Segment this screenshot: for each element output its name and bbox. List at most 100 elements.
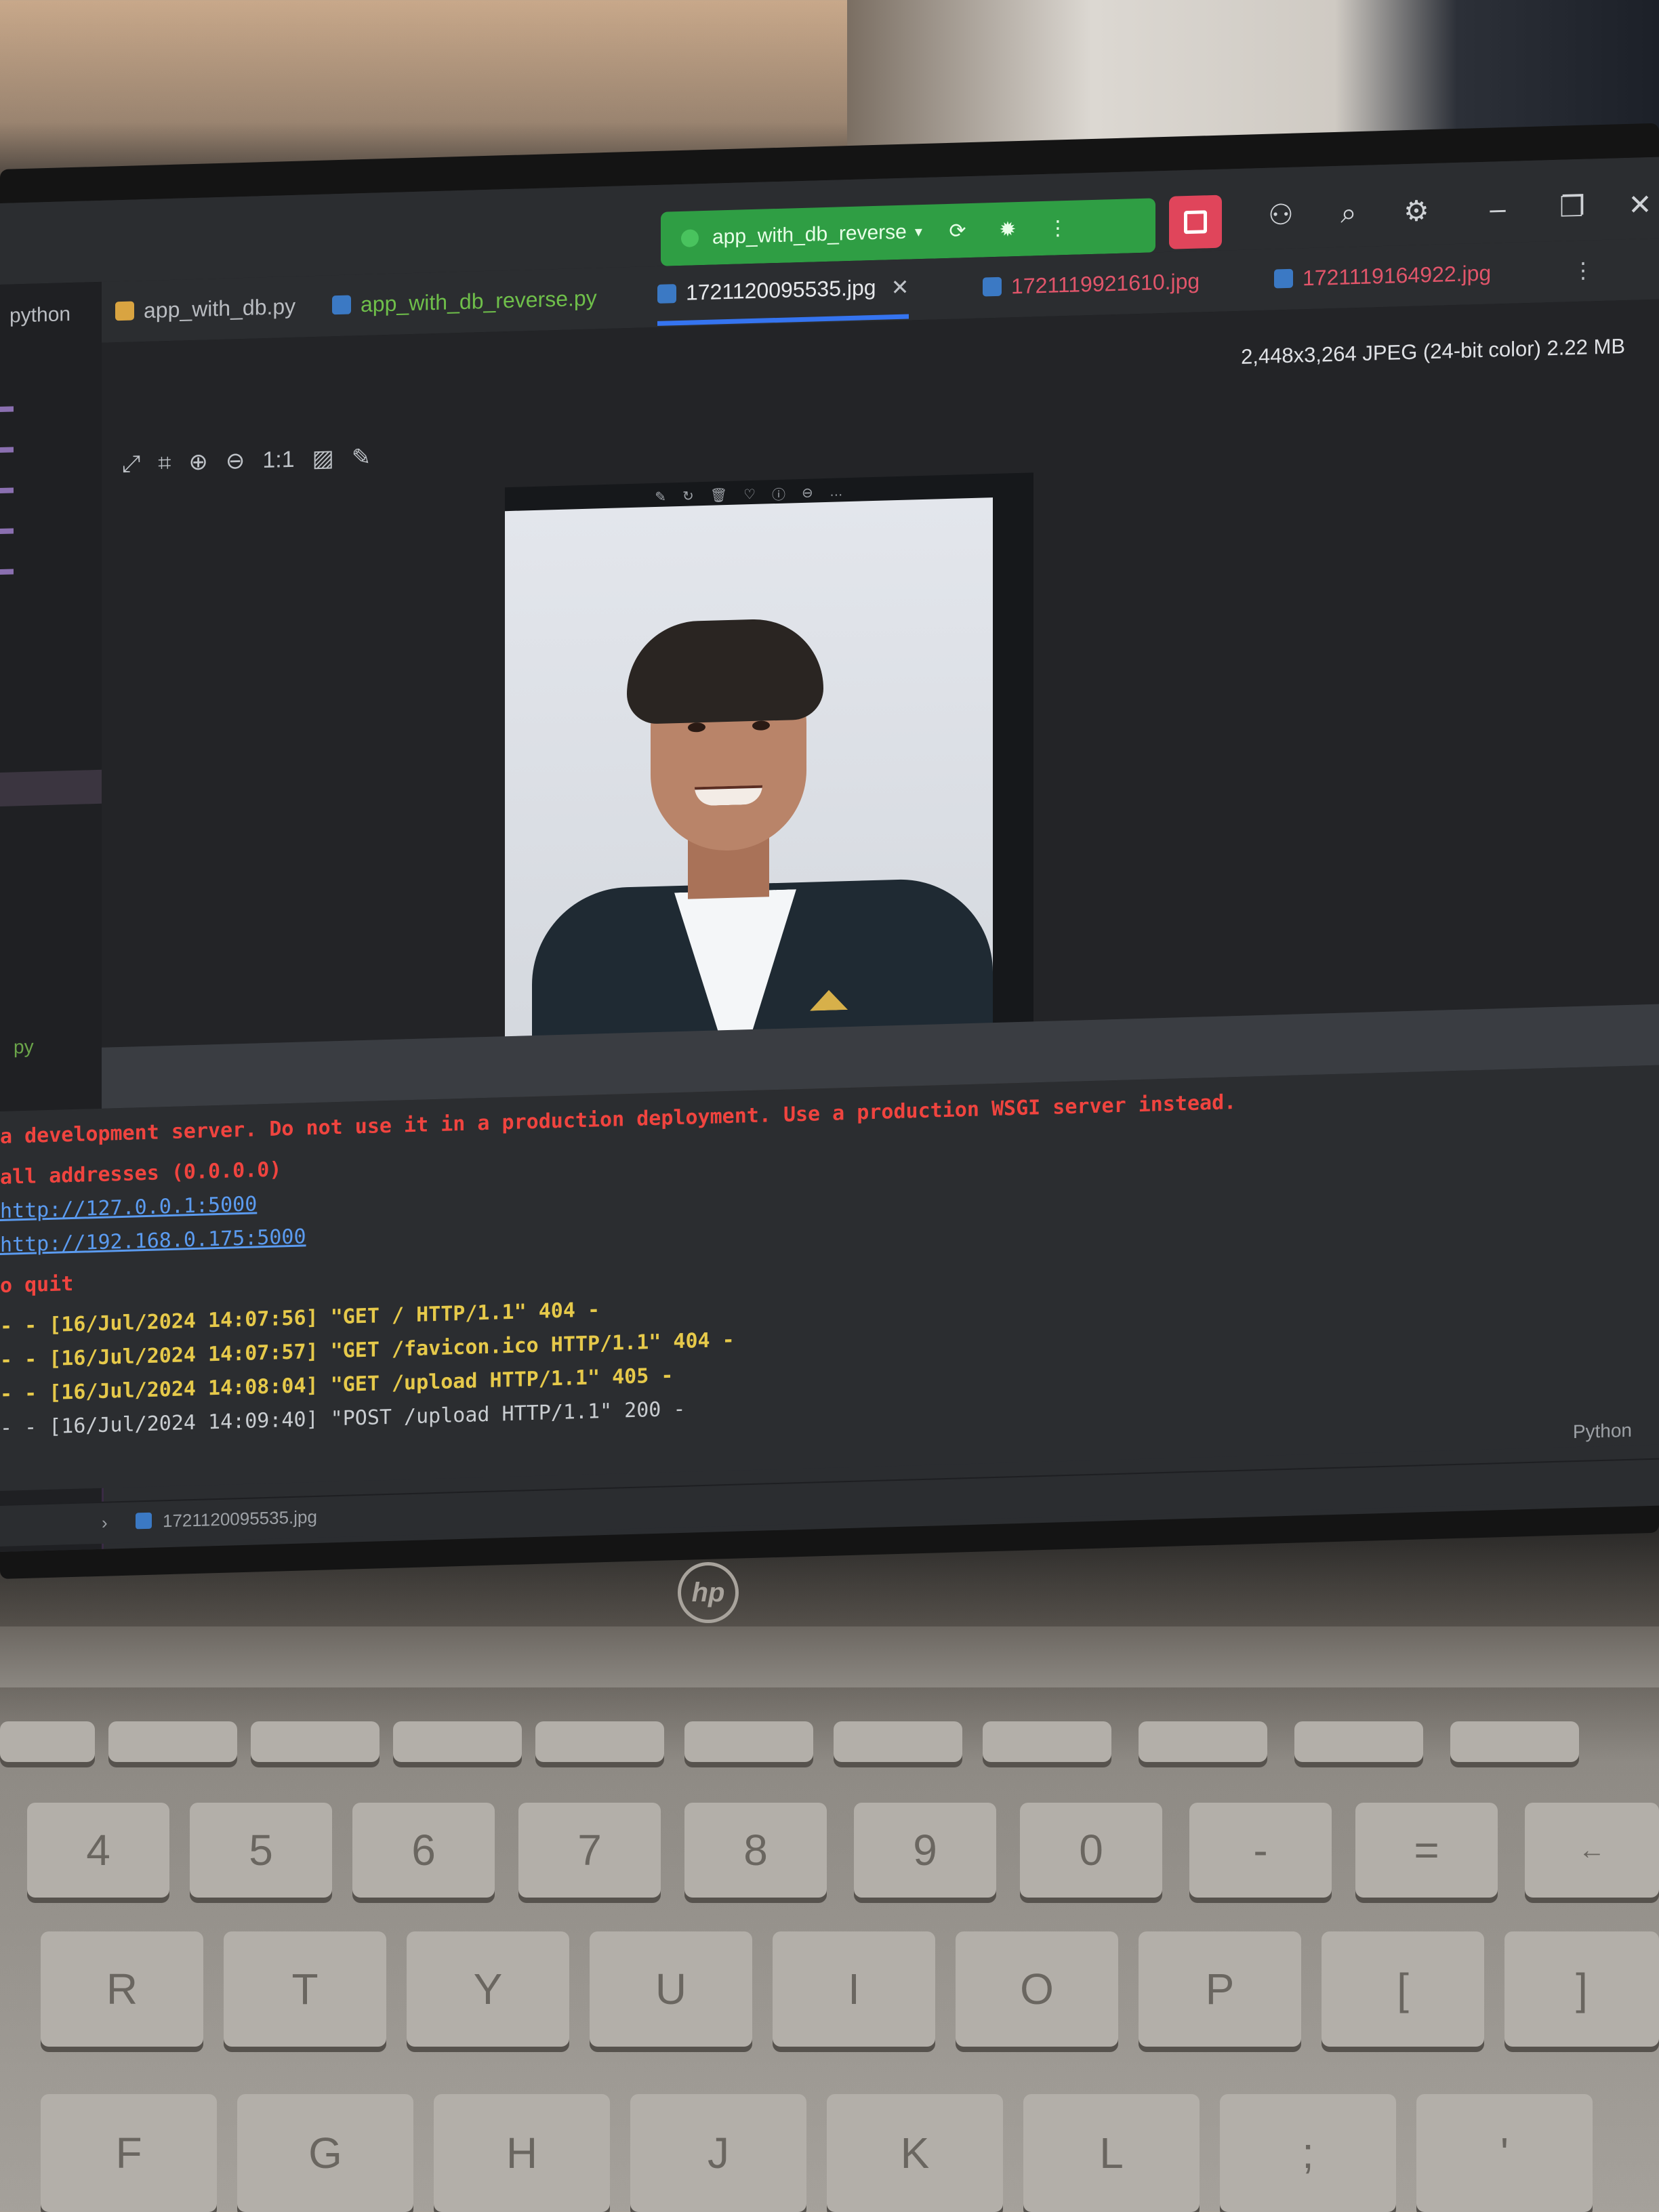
actual-size-button[interactable]: 1:1 [262,446,294,473]
function-key [1294,1721,1423,1762]
tab-label: app_with_db_reverse.py [361,285,597,316]
add-user-icon[interactable]: ⚇ [1261,194,1301,236]
share-icon: ⊖ [802,485,813,501]
key-7: 7 [518,1803,661,1898]
stop-icon [1184,210,1207,234]
python-file-icon [115,301,134,321]
console-link-network[interactable]: http://192.168.0.175:5000 [0,1225,306,1257]
key-6: 6 [352,1803,495,1898]
status-chevron-icon: › [102,1512,108,1533]
close-window-icon[interactable]: ✕ [1620,184,1659,226]
tab-1721119164922-jpg[interactable]: 1721119164922.jpg [1274,243,1491,309]
fit-to-window-icon[interactable]: ⤢ [122,451,140,478]
key-g: G [237,2094,413,2212]
edit-icon: ✎ [655,489,666,505]
run-status-icon [681,229,699,247]
grid-icon[interactable]: ▨ [312,445,334,472]
debug-icon[interactable]: ✹ [993,214,1023,245]
info-icon: ⓘ [772,487,786,503]
keyboard: 4 5 6 7 8 9 0 - = ← R T Y U I O P [ ] F … [0,1708,1659,2212]
settings-gear-icon[interactable]: ⚙ [1396,190,1437,232]
project-label[interactable]: python [9,303,70,328]
photo-eye [752,720,770,731]
photo-hair [627,617,823,725]
tree-marker [0,406,14,412]
key-r: R [41,1931,203,2047]
color-picker-icon[interactable]: ✎ [352,444,371,472]
hp-logo: hp [678,1562,739,1623]
more-icon: … [829,483,843,499]
tabs-more-icon[interactable]: ⋮ [1572,240,1594,300]
image-file-icon [983,276,1002,297]
crop-icon[interactable]: ⌗ [158,449,171,476]
search-icon[interactable]: ⌕ [1328,192,1369,234]
key-o: O [956,1931,1118,2047]
close-tab-icon[interactable]: ✕ [891,274,909,300]
rerun-icon[interactable]: ⟳ [943,216,972,246]
chevron-down-icon: ▾ [914,222,922,241]
function-key [1450,1721,1579,1762]
function-key [1139,1721,1267,1762]
key-k: K [827,2094,1003,2212]
status-interpreter[interactable]: Python [1573,1420,1632,1443]
tab-label: 1721119164922.jpg [1303,260,1492,290]
console-link-localhost[interactable]: http://127.0.0.1:5000 [0,1192,257,1223]
key-4: 4 [27,1803,169,1898]
stop-button[interactable] [1169,194,1222,249]
image-file-icon [136,1512,152,1530]
tree-item-py[interactable]: py [14,1036,34,1059]
key-5: 5 [190,1803,332,1898]
key-equals: = [1355,1803,1498,1898]
more-actions-icon[interactable]: ⋮ [1043,213,1073,243]
status-breadcrumb[interactable]: 1721120095535.jpg [163,1507,317,1532]
backspace-arrow-icon: ← [1578,1835,1605,1865]
key-semicolon: ; [1220,2094,1396,2212]
key-i: I [773,1931,935,2047]
function-key [684,1721,813,1762]
tab-app-with-db[interactable]: app_with_db.py [115,276,295,341]
key-p: P [1139,1931,1301,2047]
function-key [0,1721,95,1762]
function-key [251,1721,380,1762]
zoom-out-icon[interactable]: ⊖ [226,447,245,475]
minimize-icon[interactable]: – [1477,188,1518,230]
key-quote: ' [1416,2094,1593,2212]
key-h: H [434,2094,610,2212]
function-key [983,1721,1111,1762]
zoom-in-icon[interactable]: ⊕ [188,448,208,476]
key-l: L [1023,2094,1200,2212]
tab-app-with-db-reverse[interactable]: app_with_db_reverse.py [332,268,597,335]
tree-marker [0,528,14,534]
key-y: Y [407,1931,569,2047]
function-key [393,1721,522,1762]
console-log-line: - - [16/Jul/2024 14:09:40] "POST /upload… [0,1397,686,1440]
tab-1721120095535-jpg[interactable]: 1721120095535.jpg ✕ [657,259,909,326]
key-0: 0 [1020,1803,1162,1898]
key-open-bracket: [ [1322,1931,1484,2047]
tab-label: 1721120095535.jpg [686,274,876,305]
tree-marker [0,487,14,493]
key-u: U [590,1931,752,2047]
key-minus: - [1189,1803,1332,1898]
delete-icon: 🗑 [710,487,728,504]
favorite-icon: ♡ [743,487,756,502]
function-key [834,1721,962,1762]
tab-label: app_with_db.py [144,293,296,323]
tab-1721119921610-jpg[interactable]: 1721119921610.jpg [983,251,1200,317]
tab-label: 1721119921610.jpg [1011,268,1200,298]
key-close-bracket: ] [1504,1931,1659,2047]
console-quit-hint: o quit [0,1271,74,1298]
displayed-photo [505,497,993,1061]
image-file-icon [1274,268,1293,289]
python-file-icon [332,295,351,315]
photo-eye [688,722,705,733]
function-key [535,1721,664,1762]
run-configuration-label: app_with_db_reverse [712,220,907,249]
restore-icon[interactable]: ❐ [1552,186,1593,228]
tree-marker [0,569,14,575]
key-t: T [224,1931,386,2047]
laptop-hinge [0,1626,1659,1687]
selected-tree-item[interactable] [0,769,102,806]
tree-marker [0,447,14,453]
image-file-icon [657,283,676,304]
